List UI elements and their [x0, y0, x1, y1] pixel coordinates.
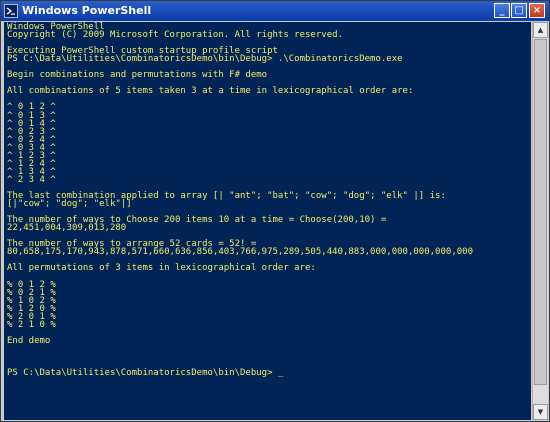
console-text: Windows PowerShell Copyright (C) 2009 Mic…	[4, 22, 531, 377]
powershell-window: Windows PowerShell _ □ × Windows PowerSh…	[0, 0, 550, 422]
scroll-up-button[interactable]: ▲	[533, 22, 548, 38]
console-line: % 2 0 1 %	[7, 311, 56, 322]
console-line: [|"cow"; "dog"; "elk"|]	[7, 199, 132, 210]
console-line: ^ 0 3 4 ^	[7, 142, 56, 153]
console-line: % 2 1 0 %	[7, 319, 56, 330]
console-line: ^ 0 2 4 ^	[7, 134, 56, 145]
maximize-button[interactable]: □	[511, 3, 527, 18]
console-line: 80,658,175,170,943,878,571,660,636,856,4…	[7, 247, 473, 258]
console-line: ^ 1 2 4 ^	[7, 158, 56, 169]
console-line: All permutations of 3 items in lexicogra…	[7, 263, 316, 274]
console-line: % 1 0 2 %	[7, 295, 56, 306]
scroll-down-button[interactable]: ▼	[533, 404, 548, 420]
console-line: ^ 0 1 4 ^	[7, 118, 56, 129]
console-line: ^ 1 2 3 ^	[7, 150, 56, 161]
close-button[interactable]: ×	[529, 3, 545, 18]
console-line: 22,451,004,309,013,280	[7, 223, 127, 234]
console-line: % 1 2 0 %	[7, 303, 56, 314]
console-line: End demo	[7, 335, 51, 346]
console-line: % 0 1 2 %	[7, 279, 56, 290]
console-line: Begin combinations and permutations with…	[7, 70, 268, 81]
window-title: Windows PowerShell	[22, 4, 152, 17]
title-bar[interactable]: Windows PowerShell _ □ ×	[1, 1, 549, 21]
scroll-thumb[interactable]	[534, 39, 547, 385]
console-line: PS C:\Data\Utilities\CombinatoricsDemo\b…	[7, 54, 403, 65]
console-output[interactable]: Windows PowerShell Copyright (C) 2009 Mic…	[4, 22, 531, 420]
console-line: ^ 0 1 3 ^	[7, 110, 56, 121]
console-line: Copyright (C) 2009 Microsoft Corporation…	[7, 30, 343, 41]
console-line: PS C:\Data\Utilities\CombinatoricsDemo\b…	[7, 368, 284, 379]
console-line: ^ 0 2 3 ^	[7, 126, 56, 137]
console-line: ^ 1 3 4 ^	[7, 166, 56, 177]
console-line: All combinations of 5 items taken 3 at a…	[7, 86, 414, 97]
console-line: % 0 2 1 %	[7, 287, 56, 298]
minimize-button[interactable]: _	[494, 3, 510, 18]
powershell-icon	[4, 4, 18, 18]
console-line: ^ 0 1 2 ^	[7, 102, 56, 113]
vertical-scrollbar[interactable]: ▲ ▼	[532, 22, 548, 420]
text-cursor: _	[277, 368, 284, 379]
console-line: ^ 2 3 4 ^	[7, 174, 56, 185]
